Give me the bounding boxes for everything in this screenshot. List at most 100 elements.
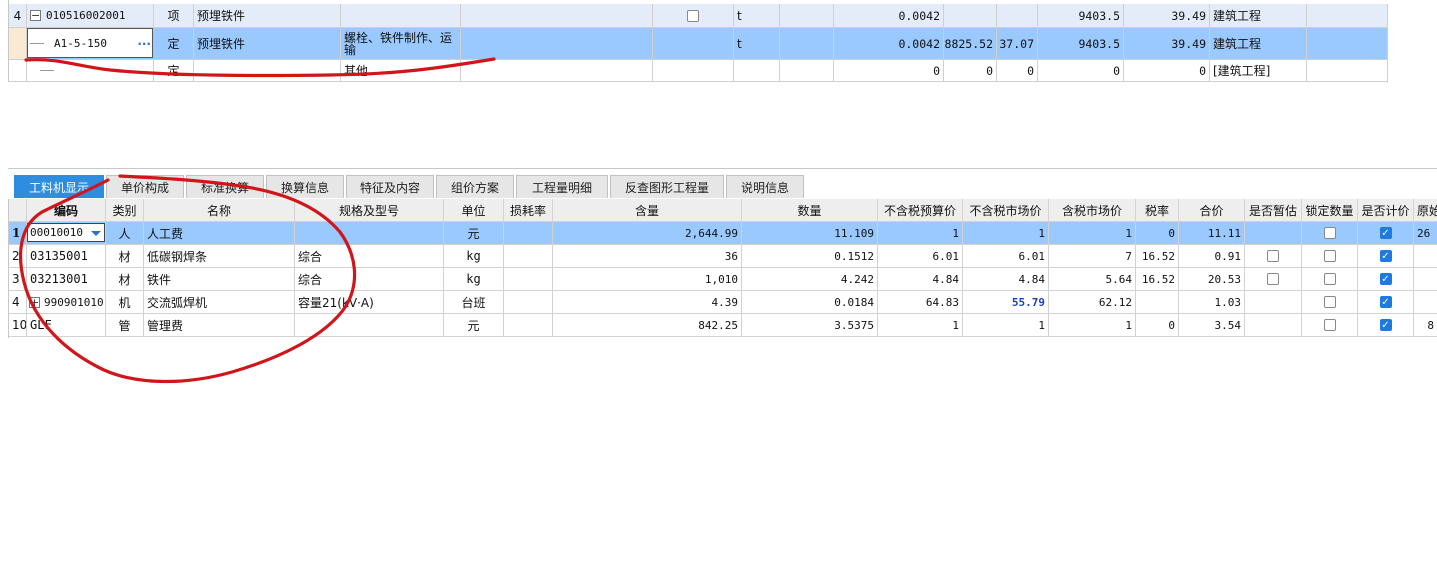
is-priced-cell[interactable]: ✓: [1358, 222, 1414, 244]
is-priced-cell[interactable]: ✓: [1358, 268, 1414, 290]
header-amount[interactable]: 合价: [1179, 199, 1245, 221]
lock-quantity-cell[interactable]: [1302, 222, 1358, 244]
resource-row-selected[interactable]: 1 00010010 人 人工费 元 2,644.99 11.109 1 1 1…: [9, 222, 1437, 245]
provisional-checkbox[interactable]: [1267, 273, 1279, 285]
tab-unit-price-composition[interactable]: 单价构成: [106, 175, 184, 198]
is-priced-checkbox[interactable]: ✓: [1379, 296, 1392, 308]
resource-tax-rate[interactable]: 16.52: [1136, 245, 1179, 267]
resource-tax-market-price[interactable]: 1: [1049, 314, 1136, 336]
item-feature[interactable]: 螺栓、铁件制作、运输: [341, 28, 461, 59]
lock-quantity-checkbox[interactable]: [1323, 250, 1336, 262]
resource-tax-rate[interactable]: 16.52: [1136, 268, 1179, 290]
dropdown-arrow-icon[interactable]: [91, 231, 101, 236]
is-priced-checkbox[interactable]: ✓: [1379, 227, 1392, 239]
resource-content[interactable]: 36: [553, 245, 742, 267]
item-name[interactable]: 预埋铁件: [194, 28, 341, 59]
resource-spec[interactable]: [295, 314, 444, 336]
resource-loss-rate[interactable]: [504, 314, 553, 336]
resource-tax-market-price[interactable]: 7: [1049, 245, 1136, 267]
lock-quantity-cell[interactable]: [1302, 291, 1358, 313]
item-feature[interactable]: [341, 4, 461, 27]
resource-name[interactable]: 人工费: [144, 222, 295, 244]
lock-quantity-checkbox[interactable]: [1323, 319, 1336, 331]
lock-quantity-checkbox[interactable]: [1323, 273, 1336, 285]
item-quantity[interactable]: 0.0042: [834, 4, 944, 27]
resource-quantity[interactable]: 11.109: [742, 222, 878, 244]
tab-labor-material-machine[interactable]: 工料机显示: [14, 175, 104, 198]
provisional-checkbox[interactable]: [1267, 250, 1279, 262]
resource-market-price[interactable]: 1: [963, 314, 1049, 336]
resource-row[interactable]: 3 03213001 材 铁件 综合 kg 1,010 4.242 4.84 4…: [9, 268, 1437, 291]
lock-quantity-cell[interactable]: [1302, 268, 1358, 290]
resource-loss-rate[interactable]: [504, 245, 553, 267]
tab-conversion-info[interactable]: 换算信息: [266, 175, 344, 198]
resource-name[interactable]: 低碳钢焊条: [144, 245, 295, 267]
header-provisional[interactable]: 是否暂估: [1245, 199, 1302, 221]
header-spec[interactable]: 规格及型号: [295, 199, 444, 221]
resource-name[interactable]: 铁件: [144, 268, 295, 290]
resource-code-cell[interactable]: + 990901010: [27, 291, 106, 313]
header-content[interactable]: 含量: [553, 199, 742, 221]
header-name[interactable]: 名称: [144, 199, 295, 221]
tab-quantity-detail[interactable]: 工程量明细: [516, 175, 608, 198]
header-is-priced[interactable]: 是否计价: [1358, 199, 1414, 221]
resource-name[interactable]: 交流弧焊机: [144, 291, 295, 313]
header-tax-rate[interactable]: 税率: [1136, 199, 1179, 221]
item-code-cell[interactable]: A1-5-150 ···: [27, 28, 154, 59]
tab-reverse-graphic-quantity[interactable]: 反查图形工程量: [610, 175, 724, 198]
ellipsis-button[interactable]: ···: [137, 37, 151, 51]
resource-tax-market-price[interactable]: 1: [1049, 222, 1136, 244]
header-market-price[interactable]: 不含税市场价: [963, 199, 1049, 221]
is-priced-checkbox[interactable]: ✓: [1379, 319, 1392, 331]
provisional-cell[interactable]: [1245, 268, 1302, 290]
item-checkbox[interactable]: [687, 9, 699, 22]
resource-loss-rate[interactable]: [504, 222, 553, 244]
header-quantity[interactable]: 数量: [742, 199, 878, 221]
resource-content[interactable]: 842.25: [553, 314, 742, 336]
resource-row[interactable]: 4 + 990901010 机 交流弧焊机 容量21(kV·A) 台班 4.39…: [9, 291, 1437, 314]
resource-quantity[interactable]: 4.242: [742, 268, 878, 290]
header-original[interactable]: 原始: [1414, 199, 1437, 221]
resource-quantity[interactable]: 3.5375: [742, 314, 878, 336]
resource-spec[interactable]: 综合: [295, 245, 444, 267]
item-code-cell[interactable]: − 010516002001: [27, 4, 154, 27]
resource-loss-rate[interactable]: [504, 291, 553, 313]
resource-market-price[interactable]: 4.84: [963, 268, 1049, 290]
item-feature[interactable]: 其他: [341, 60, 461, 81]
resource-tax-rate[interactable]: 0: [1136, 222, 1179, 244]
is-priced-cell[interactable]: ✓: [1358, 245, 1414, 267]
item-code-cell[interactable]: [27, 60, 154, 81]
item-name[interactable]: [194, 60, 341, 81]
tab-standard-conversion[interactable]: 标准换算: [186, 175, 264, 198]
resource-row[interactable]: 2 03135001 材 低碳钢焊条 综合 kg 36 0.1512 6.01 …: [9, 245, 1437, 268]
resource-name[interactable]: 管理费: [144, 314, 295, 336]
header-code[interactable]: 编码: [27, 199, 106, 221]
resource-quantity[interactable]: 0.1512: [742, 245, 878, 267]
resource-content[interactable]: 2,644.99: [553, 222, 742, 244]
is-priced-checkbox[interactable]: ✓: [1379, 273, 1392, 285]
item-quantity[interactable]: 0: [834, 60, 944, 81]
lock-quantity-cell[interactable]: [1302, 245, 1358, 267]
resource-spec[interactable]: 容量21(kV·A): [295, 291, 444, 313]
item-row[interactable]: 定 其他 0 0 0 0 0 [建筑工程]: [9, 60, 1388, 82]
resource-market-price[interactable]: 1: [963, 222, 1049, 244]
resource-spec[interactable]: 综合: [295, 268, 444, 290]
resource-market-price[interactable]: 55.79: [963, 291, 1049, 313]
collapse-icon[interactable]: −: [30, 10, 41, 21]
tab-pricing-plan[interactable]: 组价方案: [436, 175, 514, 198]
item-name[interactable]: 预埋铁件: [194, 4, 341, 27]
is-priced-cell[interactable]: ✓: [1358, 291, 1414, 313]
item-row[interactable]: 4 − 010516002001 项 预埋铁件 t 0.0042 9403.5 …: [9, 4, 1388, 28]
lock-quantity-checkbox[interactable]: [1323, 296, 1336, 308]
resource-code[interactable]: 03213001: [27, 268, 106, 290]
resource-tax-rate[interactable]: [1136, 291, 1179, 313]
item-row-selected[interactable]: A1-5-150 ··· 定 预埋铁件 螺栓、铁件制作、运输 t 0.0042 …: [9, 28, 1388, 60]
header-unit[interactable]: 单位: [444, 199, 504, 221]
is-priced-checkbox[interactable]: ✓: [1379, 250, 1392, 262]
header-tax-market-price[interactable]: 含税市场价: [1049, 199, 1136, 221]
header-lock-quantity[interactable]: 锁定数量: [1302, 199, 1358, 221]
resource-code[interactable]: GLF: [27, 314, 106, 336]
header-loss-rate[interactable]: 损耗率: [504, 199, 553, 221]
resource-spec[interactable]: [295, 222, 444, 244]
header-budget-price[interactable]: 不含税预算价: [878, 199, 963, 221]
